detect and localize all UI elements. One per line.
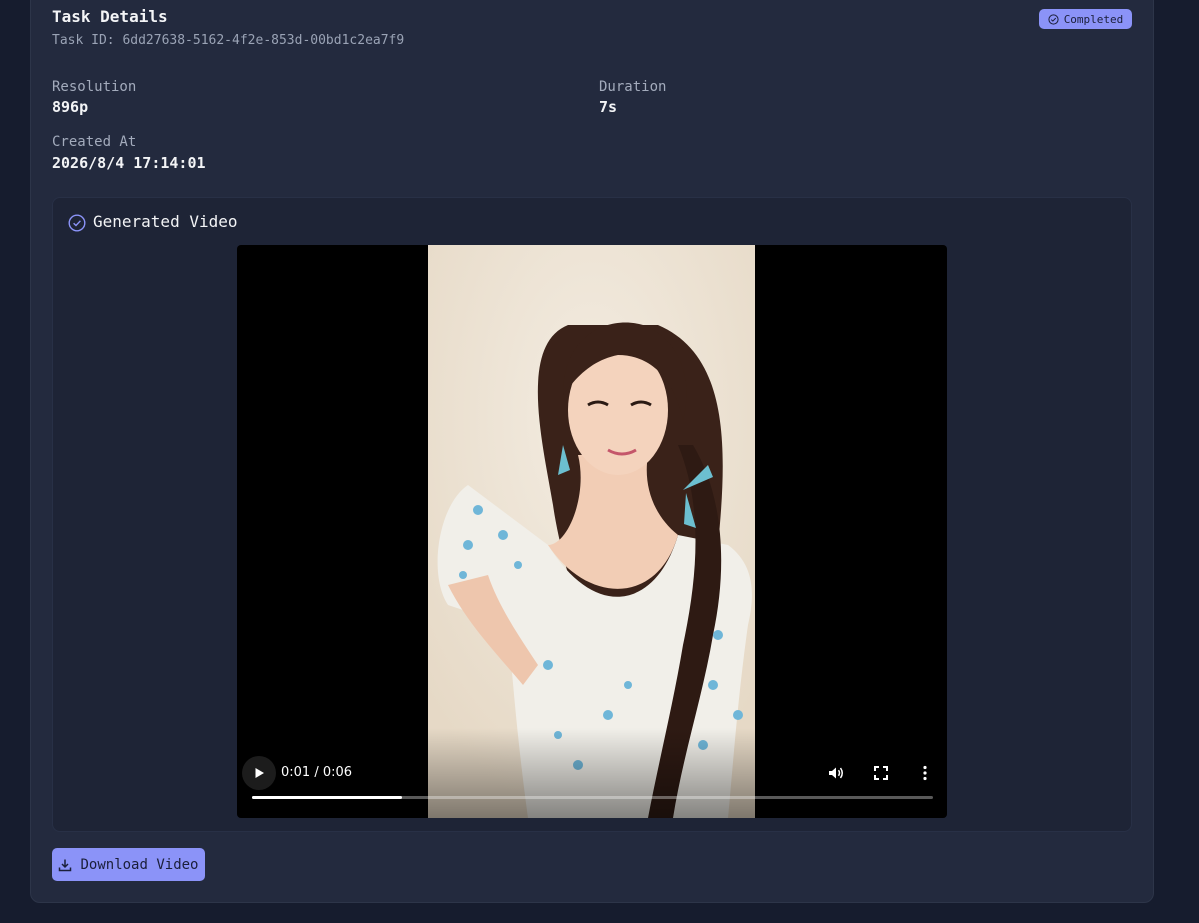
progress-fill [252,796,402,799]
play-icon [255,768,264,778]
time-display: 0:01 / 0:06 [281,765,353,780]
fullscreen-icon[interactable] [872,764,890,782]
download-icon [59,859,72,871]
resolution-label: Resolution [52,79,137,95]
created-at-value: 2026/8/4 17:14:01 [52,154,206,172]
video-player[interactable]: 0:01 / 0:06 [237,245,947,818]
play-button[interactable] [242,756,276,790]
status-badge: Completed [1039,9,1132,29]
check-circle-icon [1048,13,1059,25]
page-title: Task Details [52,7,168,26]
download-label: Download Video [80,856,199,873]
duration-value: 7s [599,98,618,116]
duration-label: Duration [599,79,667,95]
created-at-label: Created At [52,134,137,150]
more-options-icon[interactable] [916,764,934,782]
status-label: Completed [1063,12,1124,26]
volume-icon[interactable] [827,764,845,782]
check-circle-icon [68,214,86,232]
download-video-button[interactable]: Download Video [52,848,205,881]
progress-bar[interactable] [252,796,933,799]
section-title: Generated Video [93,212,238,231]
task-id: Task ID: 6dd27638-5162-4f2e-853d-00bd1c2… [52,33,405,48]
resolution-value: 896p [52,98,89,116]
